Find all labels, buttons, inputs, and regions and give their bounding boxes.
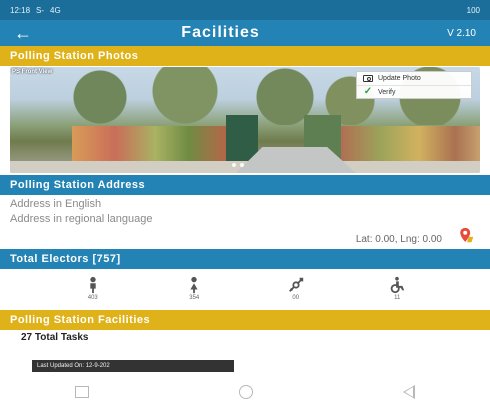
- update-photo-button[interactable]: Update Photo: [357, 72, 471, 85]
- disabled-icon: [390, 276, 405, 294]
- back-navigation-icon[interactable]: [403, 384, 415, 399]
- male-elector-stat: 403: [73, 274, 113, 301]
- status-signal: S-: [36, 5, 45, 15]
- photos-section-header: Polling Station Photos: [0, 46, 490, 66]
- last-updated-toast: Last Updated On: 12-9-202: [32, 360, 234, 372]
- elector-stats: 403 354 00 11: [0, 270, 490, 310]
- male-icon: [90, 276, 96, 294]
- app-version: V 2.10: [447, 27, 476, 39]
- male-count: 403: [87, 295, 98, 301]
- carousel-dot[interactable]: [232, 163, 236, 167]
- address-english: Address in English: [10, 198, 102, 210]
- check-icon: ✓: [363, 86, 373, 97]
- status-time: 12:18: [10, 5, 31, 15]
- photo-label: PS Front View: [12, 69, 53, 75]
- address-section-header: Polling Station Address: [0, 175, 490, 195]
- disabled-elector-stat: 11: [377, 274, 417, 301]
- polling-station-photo[interactable]: PS Front View Update Photo ✓ Verify: [10, 67, 480, 173]
- verify-label: Verify: [378, 88, 396, 96]
- home-icon[interactable]: [239, 384, 253, 399]
- address-panel: Address in English Address in regional l…: [10, 196, 480, 248]
- page-title: Facilities: [181, 24, 260, 41]
- address-regional: Address in regional language: [10, 213, 153, 225]
- android-navigation-bar: [0, 378, 490, 405]
- female-elector-stat: 354: [174, 274, 214, 301]
- facilities-section-header: Polling Station Facilities: [0, 310, 490, 330]
- electors-section-header: Total Electors [757]: [0, 249, 490, 269]
- disabled-count: 11: [394, 295, 401, 301]
- gate-left: [226, 115, 258, 161]
- carousel-dots[interactable]: [232, 163, 244, 167]
- carousel-dot[interactable]: [240, 163, 244, 167]
- third-gender-count: 00: [292, 295, 300, 301]
- female-icon: [190, 276, 198, 294]
- camera-icon: [363, 75, 373, 82]
- right-painted-wall: [341, 126, 480, 163]
- battery-level: 100: [466, 5, 480, 15]
- map-pin-icon[interactable]: [458, 227, 476, 245]
- status-bar: 12:18 S- 4G 100: [0, 0, 490, 20]
- female-count: 354: [189, 295, 200, 301]
- photo-action-menu: Update Photo ✓ Verify: [356, 71, 472, 99]
- recent-apps-icon[interactable]: [75, 385, 89, 398]
- verify-button[interactable]: ✓ Verify: [357, 85, 471, 98]
- lat-long-value: Lat: 0.00, Lng: 0.00: [355, 234, 442, 245]
- status-left: 12:18 S- 4G: [10, 6, 61, 15]
- status-network: 4G: [50, 5, 61, 15]
- left-painted-wall: [72, 126, 226, 163]
- app-bar: ← Facilities V 2.10: [0, 20, 490, 46]
- update-photo-label: Update Photo: [378, 75, 421, 82]
- third-gender-icon: [288, 277, 303, 292]
- third-gender-elector-stat: 00: [276, 274, 316, 301]
- total-tasks[interactable]: 27 Total Tasks: [21, 332, 88, 343]
